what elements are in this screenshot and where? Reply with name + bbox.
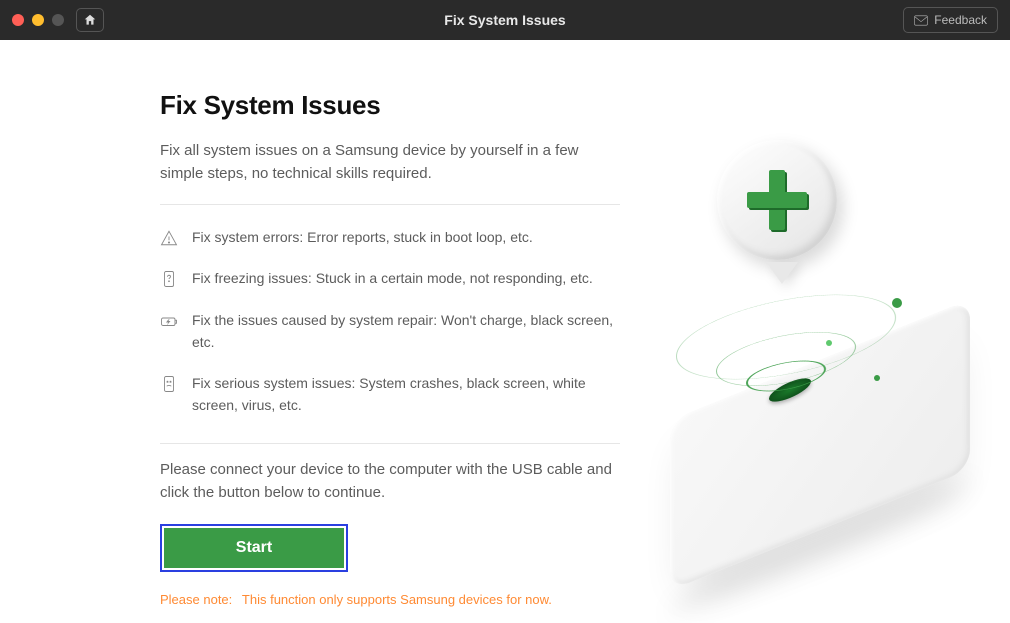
particle-dot (874, 375, 880, 381)
dead-phone-icon (160, 375, 178, 393)
particle-dot (892, 298, 902, 308)
page-heading: Fix System Issues (160, 90, 620, 121)
pin-circle (717, 140, 837, 260)
connect-instruction: Please connect your device to the comput… (160, 458, 620, 505)
feature-list: Fix system errors: Error reports, stuck … (160, 217, 620, 427)
map-pin (717, 140, 847, 270)
home-button[interactable] (76, 8, 104, 32)
note-label: Please note: (160, 592, 232, 607)
phone-question-icon (160, 270, 178, 288)
feature-text: Fix freezing issues: Stuck in a certain … (192, 268, 593, 290)
feature-text: Fix system errors: Error reports, stuck … (192, 227, 533, 249)
feature-text: Fix the issues caused by system repair: … (192, 310, 620, 353)
pin-tail (766, 262, 798, 284)
close-window-button[interactable] (12, 14, 24, 26)
window-controls (12, 14, 64, 26)
divider (160, 443, 620, 444)
plus-icon (747, 170, 807, 230)
home-icon (83, 13, 97, 27)
warning-triangle-icon (160, 229, 178, 247)
intro-text: Fix all system issues on a Samsung devic… (160, 139, 620, 186)
feature-item: Fix the issues caused by system repair: … (160, 300, 620, 363)
note-text: This function only supports Samsung devi… (242, 592, 552, 607)
divider (160, 204, 620, 205)
minimize-window-button[interactable] (32, 14, 44, 26)
feature-item: Fix system errors: Error reports, stuck … (160, 217, 620, 259)
feature-item: Fix serious system issues: System crashe… (160, 363, 620, 426)
left-column: Fix System Issues Fix all system issues … (160, 90, 620, 593)
note-line: Please note: This function only supports… (160, 592, 620, 607)
feedback-button[interactable]: Feedback (903, 7, 998, 33)
main-content: Fix System Issues Fix all system issues … (0, 40, 1010, 593)
titlebar: Fix System Issues Feedback (0, 0, 1010, 40)
window-title: Fix System Issues (444, 12, 565, 28)
mail-icon (914, 15, 928, 26)
maximize-window-button[interactable] (52, 14, 64, 26)
start-button-highlight: Start (160, 524, 348, 572)
right-column (620, 90, 950, 593)
start-button[interactable]: Start (164, 528, 344, 568)
battery-icon (160, 312, 178, 330)
hero-illustration (600, 130, 980, 570)
feedback-label: Feedback (934, 13, 987, 27)
particle-dot (826, 340, 832, 346)
feature-item: Fix freezing issues: Stuck in a certain … (160, 258, 620, 300)
feature-text: Fix serious system issues: System crashe… (192, 373, 620, 416)
